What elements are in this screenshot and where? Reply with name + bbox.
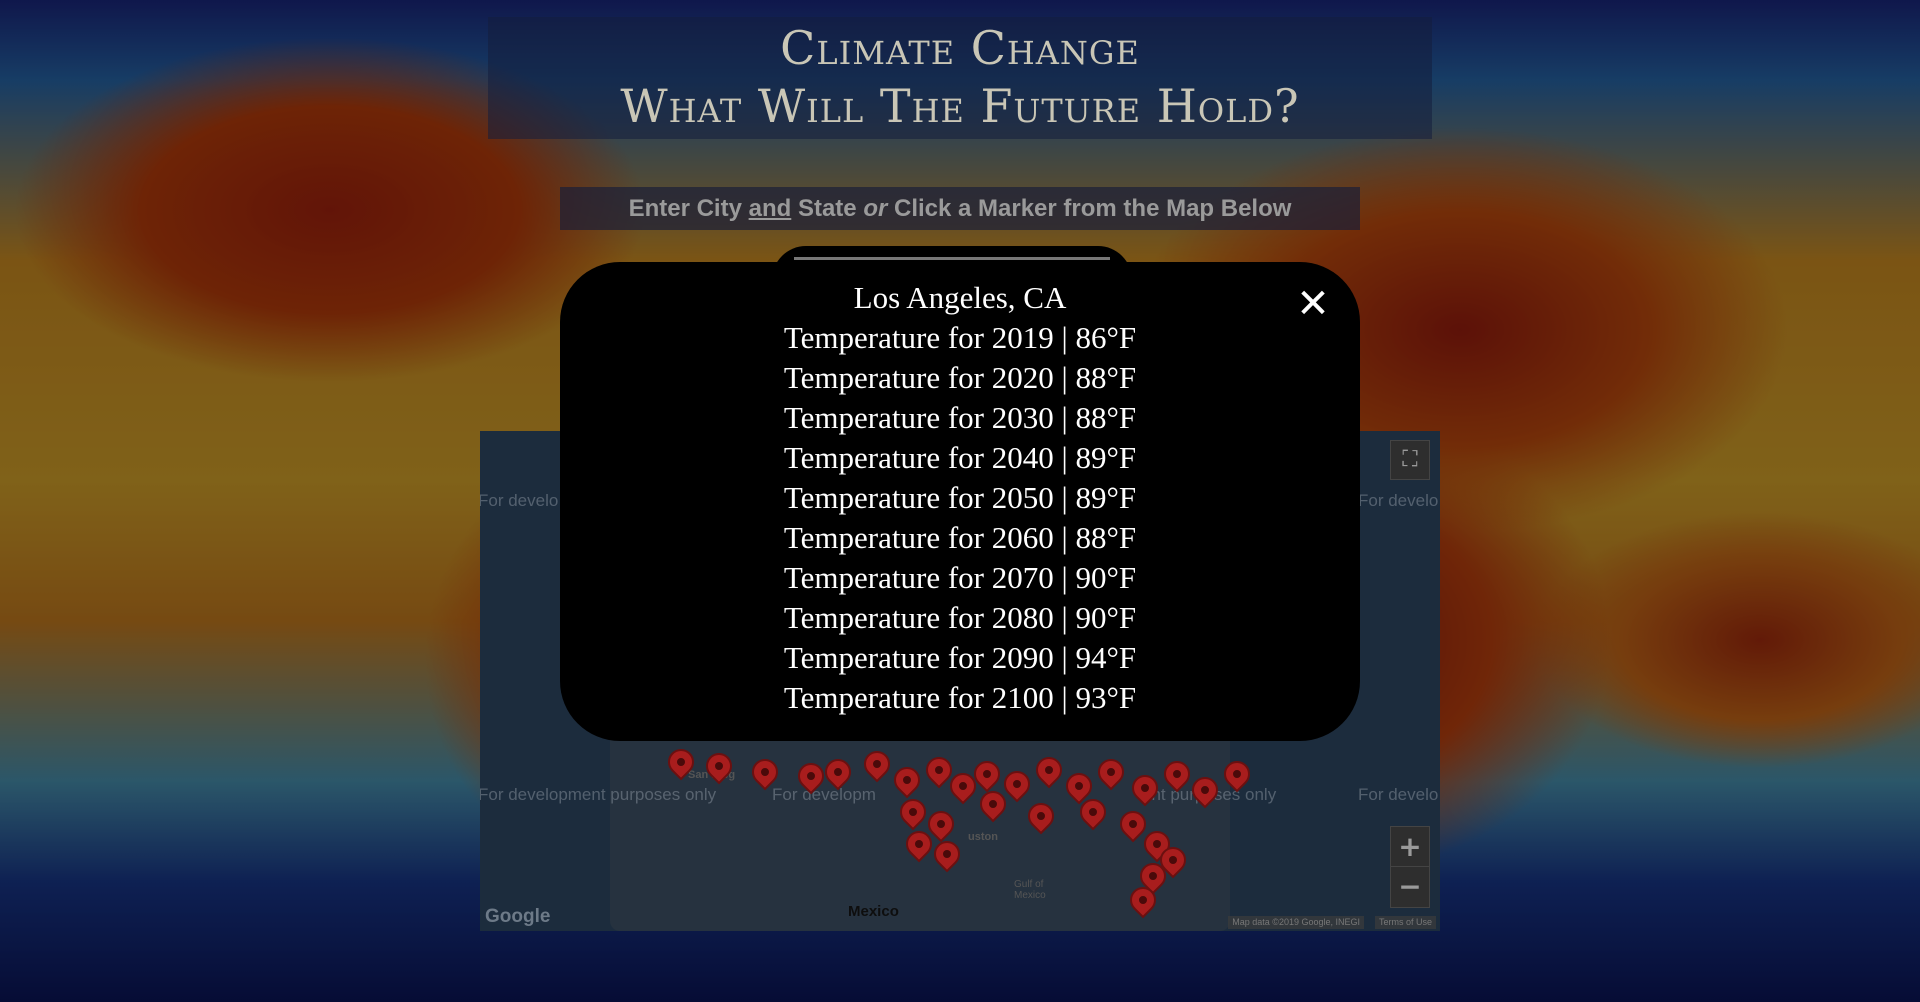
terms-link[interactable]: Terms of Use [1374,916,1436,929]
prompt-and: and [748,195,792,222]
page-title: Climate Change What Will The Future Hold… [488,17,1432,139]
map-watermark: For develo [480,491,559,510]
temperature-row: Temperature for 2100 | 93°F [783,680,1137,715]
zoom-out-button[interactable]: − [1390,866,1430,908]
search-prompt: Enter City and State or Click a Marker f… [560,187,1360,230]
temperature-row: Temperature for 2030 | 88°F [783,400,1137,435]
map-watermark: For development purposes only [480,785,717,804]
zoom-in-button[interactable]: + [1390,826,1430,868]
temperature-row: Temperature for 2020 | 88°F [783,360,1137,395]
prompt-or: or [863,195,888,222]
temperature-row: Temperature for 2060 | 88°F [783,520,1137,555]
modal-city-title: Los Angeles, CA [853,280,1067,315]
temperature-row: Temperature for 2070 | 90°F [783,560,1137,595]
google-logo[interactable]: Google [485,906,550,928]
temperature-row: Temperature for 2040 | 89°F [783,440,1137,475]
search-input-underline [794,257,1110,260]
map-label-gulf: Gulf of Mexico [1014,879,1046,901]
map-label-houston: uston [968,831,998,843]
fullscreen-icon: ⛶ [1402,447,1418,472]
map-watermark: For develo [1358,491,1439,510]
temperature-row: Temperature for 2090 | 94°F [783,640,1137,675]
map-watermark: For develo [1358,785,1439,804]
close-icon[interactable]: ✕ [1291,282,1335,326]
temperature-row: Temperature for 2019 | 86°F [783,320,1137,355]
map-watermark: For developm [772,785,876,804]
temperature-row: Temperature for 2050 | 89°F [783,480,1137,515]
prompt-text-3: Click a Marker from the Map Below [887,195,1292,222]
map-label-mexico: Mexico [848,903,899,920]
temperature-row: Temperature for 2080 | 90°F [783,600,1137,635]
title-line-2: What Will The Future Hold? [620,79,1300,133]
temperature-modal: ✕ Los Angeles, CA Temperature for 2019 |… [560,262,1360,741]
map-attribution: Map data ©2019 Google, INEGI [1228,916,1364,929]
title-line-1: Climate Change [780,21,1140,75]
fullscreen-button[interactable]: ⛶ [1390,440,1430,480]
prompt-text-1: Enter City [628,195,749,222]
prompt-text-2: State [791,195,864,222]
